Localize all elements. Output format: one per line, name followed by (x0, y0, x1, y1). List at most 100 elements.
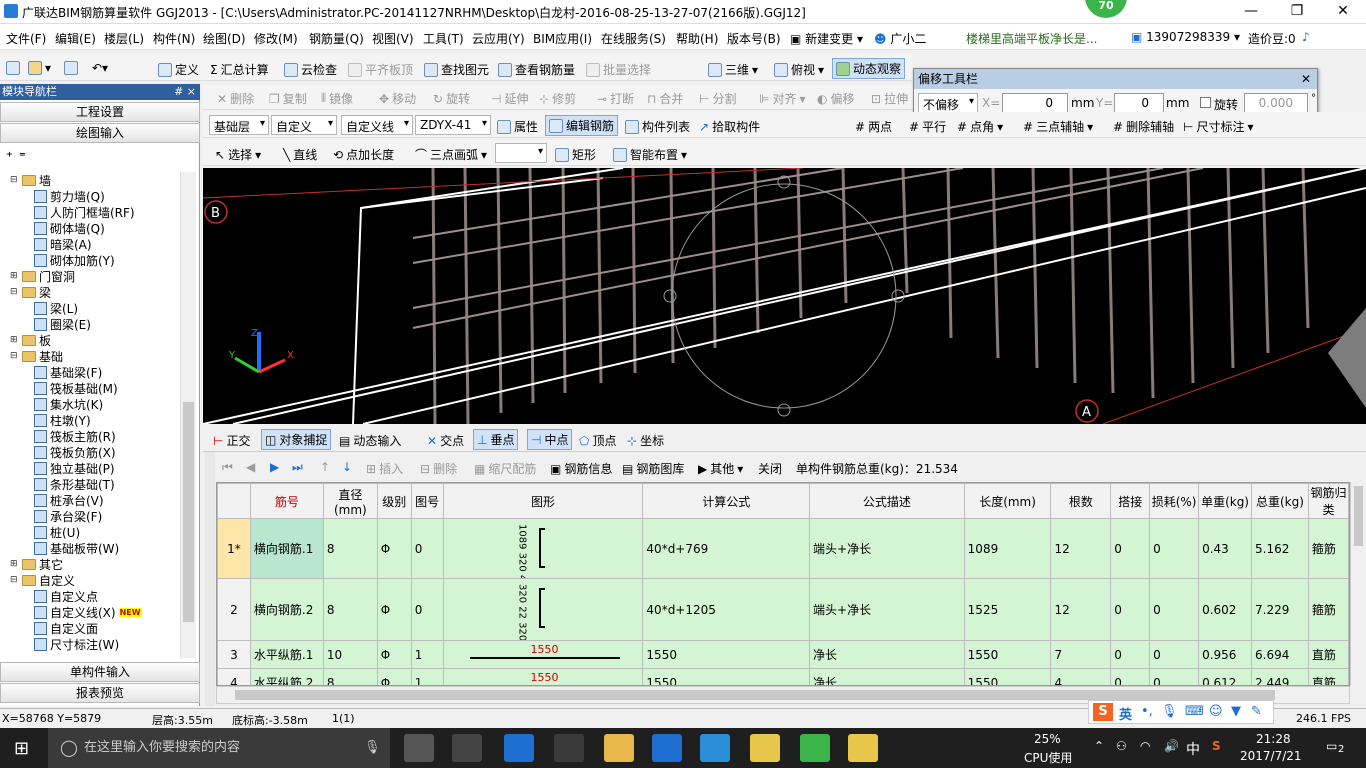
menu-view[interactable]: 视图(V) (372, 30, 414, 47)
copy-button[interactable]: ❐ 复制 (269, 90, 307, 107)
row-number[interactable]: 1* (217, 518, 251, 579)
clock-time[interactable]: 21:28 (1256, 732, 1291, 746)
tree-item[interactable]: 基础梁(F) (34, 364, 102, 380)
collapse-all-icon[interactable]: ⁼ (19, 150, 26, 165)
cell-count[interactable]: 12 (1050, 518, 1112, 579)
tree-item[interactable]: 尺寸标注(W) (34, 636, 119, 652)
new-file-icon[interactable] (6, 61, 20, 75)
punct-icon[interactable]: •, (1141, 704, 1153, 719)
prev-record-icon[interactable]: ◀ (246, 460, 255, 474)
mic-icon[interactable]: 🎙 (1161, 704, 1178, 719)
floor-select[interactable]: 基础层 (209, 115, 269, 135)
tree-item[interactable]: 基础板带(W) (34, 540, 119, 556)
tray-people-icon[interactable]: ⚇ (1116, 739, 1127, 753)
menu-component[interactable]: 构件(N) (153, 30, 195, 47)
menu-edit[interactable]: 编辑(E) (55, 30, 96, 47)
user-icon[interactable]: ☺ (1209, 704, 1223, 719)
cell-bar-name[interactable]: 水平纵筋.2 (249, 668, 324, 685)
row-number[interactable]: 2 (217, 578, 251, 641)
rotate-checkbox[interactable] (1200, 97, 1211, 108)
cell-figure-no[interactable]: 0 (410, 518, 444, 579)
draw-input-button[interactable]: 绘图输入 (0, 123, 200, 143)
cell-figure-no[interactable]: 1 (410, 668, 444, 685)
break-button[interactable]: ⊸ 打断 (597, 90, 634, 107)
tree-item[interactable]: 桩(U) (34, 524, 80, 540)
tree-item[interactable]: 筏板负筋(X) (34, 444, 116, 460)
glodon-app-icon[interactable] (652, 734, 682, 762)
task-view-icon[interactable] (404, 734, 434, 762)
network-icon[interactable]: ◠ (1140, 739, 1150, 753)
table-row[interactable]: 2 横向钢筋.2 8 Φ 0 320 22 320 164 40*d+1205 端头+净长 15… (217, 578, 1349, 641)
grid-vertical-scrollbar[interactable] (1350, 482, 1366, 686)
close-icon[interactable]: ✕ (1301, 69, 1311, 89)
two-point-axis-button[interactable]: # 两点 (855, 118, 892, 135)
last-record-icon[interactable]: ⏭ (292, 460, 303, 475)
move-button[interactable]: ✥ 移动 (379, 90, 416, 107)
rectangle-button[interactable]: 矩形 (555, 146, 596, 163)
grid-header-total-weight[interactable]: 总重(kg) (1251, 483, 1309, 519)
expand-icon[interactable]: ⊞ (10, 335, 19, 345)
edge-icon[interactable] (504, 734, 534, 762)
component-list-button[interactable]: 构件列表 (625, 118, 690, 135)
cell-bar-name[interactable]: 横向钢筋.2 (249, 578, 324, 641)
score-badge[interactable]: 70 (1085, 0, 1127, 18)
mirror-button[interactable]: ⫴ 镜像 (321, 90, 353, 107)
grid-header-diameter[interactable]: 直径(mm) (322, 483, 378, 519)
grid-header-shape[interactable]: 图形 (442, 483, 644, 519)
grid-header-loss[interactable]: 损耗(%) (1149, 483, 1200, 519)
cell-bar-name[interactable]: 横向钢筋.1 (249, 518, 324, 579)
properties-button[interactable]: 属性 (497, 118, 538, 135)
other-button[interactable]: ▶ 其他 ▾ (698, 460, 743, 477)
dynamic-input-toggle[interactable]: ▤ 动态输入 (339, 432, 401, 449)
ime-lang-toggle[interactable]: 英 (1119, 704, 1132, 723)
ortho-toggle[interactable]: ⊢ 正交 (213, 432, 250, 449)
tree-item[interactable]: 剪力墙(Q) (34, 188, 105, 204)
cell-figure-no[interactable]: 0 (410, 578, 444, 641)
cell-grade[interactable]: Φ (376, 668, 412, 685)
tools-icon[interactable]: ✎ (1251, 704, 1262, 719)
report-preview-button[interactable]: 报表预览 (0, 683, 200, 703)
x-offset-input[interactable]: 0 (1002, 93, 1068, 113)
next-record-icon[interactable]: ▶ (270, 460, 279, 474)
sogou-icon[interactable]: S (1093, 703, 1113, 721)
menu-online[interactable]: 在线服务(S) (601, 30, 666, 47)
cell-count[interactable]: 12 (1050, 578, 1112, 641)
grid-header-bar-no[interactable]: 筋号 (249, 483, 324, 519)
expand-icon[interactable]: ⊟ (10, 351, 19, 361)
cell-formula-desc[interactable]: 净长 (809, 640, 965, 669)
cell-shape[interactable]: 320 22 320 164 (442, 578, 644, 641)
midpoint-snap[interactable]: ⊣ 中点 (527, 429, 573, 450)
grid-header-figure-no[interactable]: 图号 (410, 483, 444, 519)
windows-start-icon[interactable]: ⊞ (14, 738, 29, 759)
cell-lap[interactable]: 0 (1110, 518, 1151, 579)
cell-category[interactable]: 箍筋 (1307, 578, 1349, 641)
notification-icon[interactable]: ▭ (1326, 739, 1337, 753)
grid-header-category[interactable]: 钢筋归类 (1307, 483, 1349, 519)
expand-all-icon[interactable]: ⁺ (6, 150, 13, 165)
offset-mode-select[interactable]: 不偏移 (918, 93, 978, 113)
tree-item[interactable]: 砌体加筋(Y) (34, 252, 115, 268)
guang-xiao-er-app-icon[interactable] (700, 734, 730, 762)
project-settings-button[interactable]: 工程设置 (0, 102, 200, 122)
expand-icon[interactable]: ⊟ (10, 575, 19, 585)
cell-lap[interactable]: 0 (1110, 578, 1151, 641)
cell-diameter[interactable]: 10 (322, 640, 378, 669)
pick-component-button[interactable]: ↗ 拾取构件 (699, 118, 760, 135)
grid-header-count[interactable]: 根数 (1050, 483, 1112, 519)
tree-item[interactable]: 承台梁(F) (34, 508, 102, 524)
clock-date[interactable]: 2017/7/21 (1240, 749, 1302, 763)
save-icon[interactable] (64, 61, 78, 75)
cell-lap[interactable]: 0 (1110, 668, 1151, 685)
cell-unit-weight[interactable]: 0.612 (1198, 668, 1252, 685)
offset-button[interactable]: ◐ 偏移 (817, 90, 855, 107)
coordinate-snap[interactable]: ⊹ 坐标 (627, 432, 664, 449)
cell-formula-desc[interactable]: 端头+净长 (809, 578, 965, 641)
three-point-axis-button[interactable]: # 三点辅轴 ▾ (1023, 118, 1093, 135)
tree-item[interactable]: 砌体墙(Q) (34, 220, 105, 236)
account-button[interactable]: ▣ 13907298339 ▾ (1131, 30, 1240, 44)
volume-icon[interactable]: 🔊 (1164, 739, 1179, 753)
microphone-icon[interactable]: 🎙 (364, 728, 381, 768)
grid-delete-button[interactable]: ⊟ 删除 (420, 460, 457, 477)
table-row[interactable]: 3 水平纵筋.1 10 Φ 1 1550 1550 净长 1550 7 0 0 0.956 6.694 直筋 (217, 640, 1349, 669)
intersection-snap[interactable]: ✕ 交点 (427, 432, 464, 449)
